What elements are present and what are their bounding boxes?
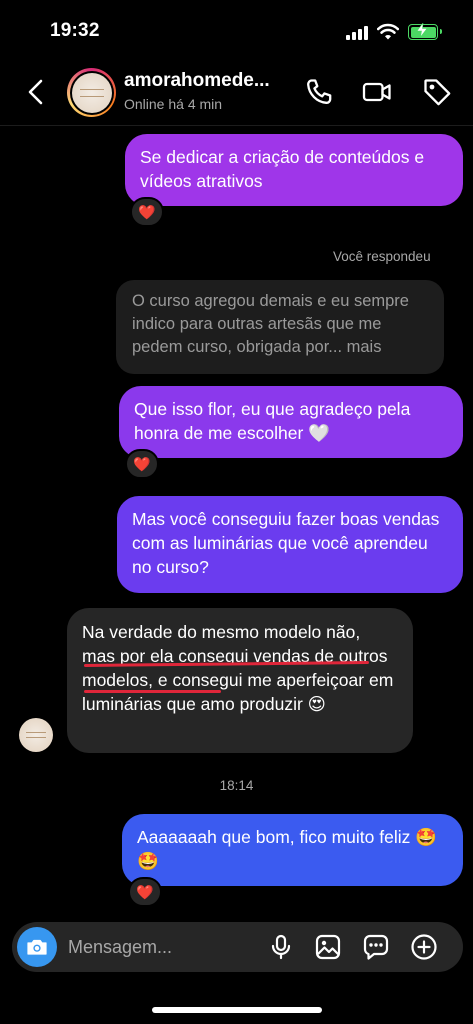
heart-icon: ❤️ [136, 883, 154, 900]
back-chevron-icon[interactable] [24, 78, 48, 106]
heart-reaction[interactable]: ❤️ [128, 877, 162, 907]
message-text: Se dedicar a criação de conteúdos e víde… [140, 147, 425, 191]
outgoing-message[interactable]: Aaaaaaah que bom, fico muito feliz 🤩🤩 [122, 814, 463, 886]
battery-charging-icon [408, 23, 442, 40]
chat-header: amorahomede... Online há 4 min [0, 58, 473, 126]
outgoing-message[interactable]: Se dedicar a criação de conteúdos e víde… [125, 134, 463, 206]
message-text: Mas você conseguiu fazer boas vendas com… [132, 509, 440, 577]
outgoing-message[interactable]: Que isso flor, eu que agradeço pela honr… [119, 386, 463, 458]
heart-reaction[interactable]: ❤️ [125, 449, 159, 479]
contact-status: Online há 4 min [124, 96, 223, 112]
wifi-icon [377, 23, 399, 40]
message-composer [12, 922, 463, 972]
incoming-message[interactable]: Na verdade do mesmo modelo não, mas por … [67, 608, 413, 753]
heart-icon: ❤️ [138, 203, 156, 220]
time-separator: 18:14 [219, 778, 254, 793]
camera-icon [27, 939, 47, 955]
message-input[interactable] [68, 934, 258, 960]
message-text: Aaaaaaah que bom, fico muito feliz 🤩🤩 [137, 827, 438, 871]
phone-icon[interactable] [303, 76, 335, 108]
video-icon[interactable] [361, 76, 393, 108]
contact-avatar-small[interactable] [19, 718, 53, 752]
cellular-signal-icon [346, 26, 370, 40]
quoted-text: O curso agregou demais e eu sempre indic… [132, 292, 409, 356]
red-underline-annotation [84, 690, 221, 693]
microphone-icon[interactable] [267, 933, 295, 961]
status-bar: 19:32 [0, 0, 473, 58]
heart-reaction[interactable]: ❤️ [130, 197, 164, 227]
message-text: Que isso flor, eu que agradeço pela honr… [134, 399, 411, 443]
contact-avatar[interactable] [67, 68, 116, 117]
status-time: 19:32 [50, 20, 100, 41]
reply-label: Você respondeu [333, 249, 431, 264]
message-text: Na verdade do mesmo modelo não, mas por … [82, 622, 394, 714]
image-icon[interactable] [314, 933, 342, 961]
sticker-icon[interactable] [362, 933, 390, 961]
outgoing-message[interactable]: Mas você conseguiu fazer boas vendas com… [117, 496, 463, 593]
plus-icon[interactable] [410, 933, 438, 961]
camera-button[interactable] [17, 927, 57, 967]
contact-name[interactable]: amorahomede... [124, 70, 270, 92]
quoted-message[interactable]: O curso agregou demais e eu sempre indic… [116, 280, 444, 374]
heart-icon: ❤️ [133, 455, 151, 472]
home-indicator [152, 1007, 322, 1013]
tag-icon[interactable] [421, 76, 453, 108]
